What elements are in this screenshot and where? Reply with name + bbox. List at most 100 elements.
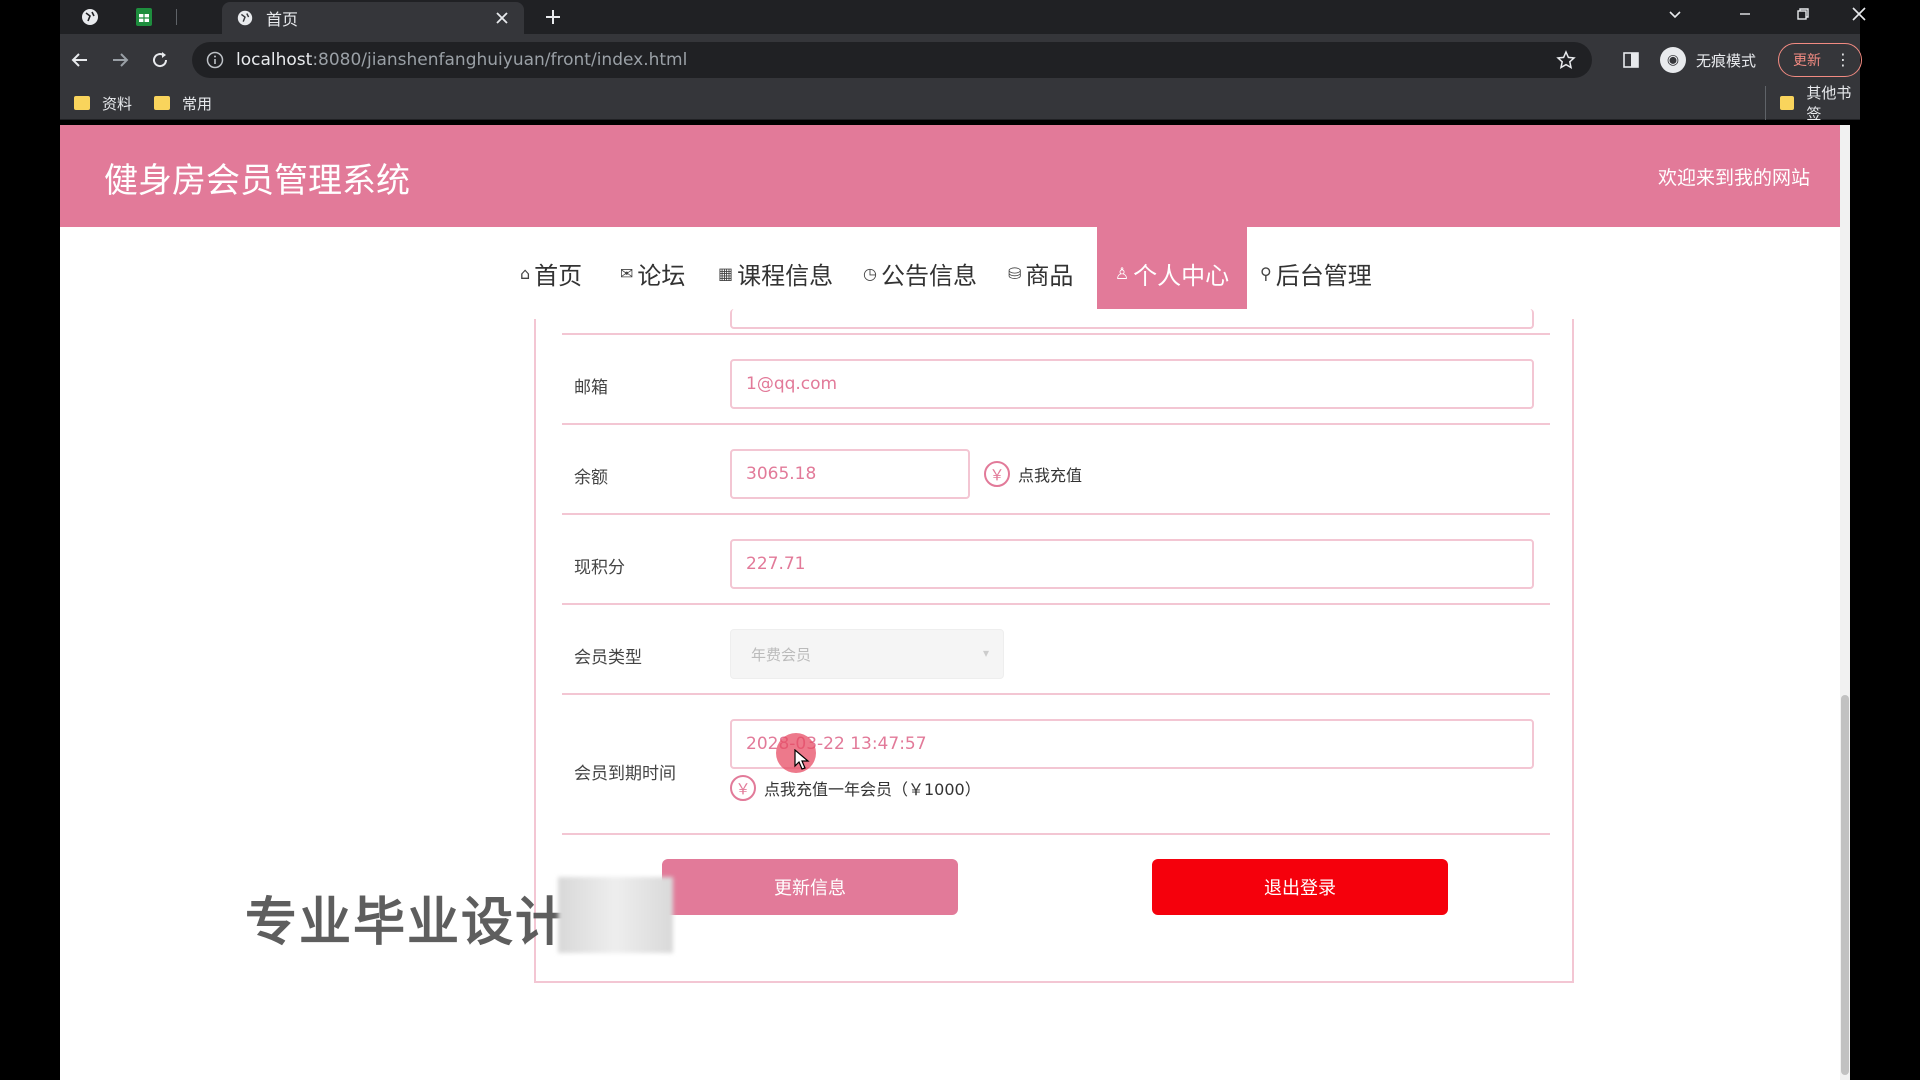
nav-products[interactable]: ⛁ 商品 [1008, 227, 1073, 319]
chevron-down-icon [1669, 11, 1681, 19]
user-icon: ♙ [1114, 263, 1130, 283]
main-nav: ⌂ 首页 ✉ 论坛 ▦ 课程信息 ◷ 公告信息 ⛁ 商品 ♙ 个人中心 ⚲ 后台管理 [60, 227, 1850, 319]
member-type-label: 会员类型 [574, 648, 642, 668]
restore-icon [1797, 8, 1809, 20]
bookmark-folder-2[interactable]: 常用 [154, 86, 212, 120]
minimize-button[interactable] [1722, 0, 1768, 28]
tab-search-button[interactable] [1655, 0, 1695, 28]
pinned-tab-globe[interactable] [70, 0, 110, 34]
row-divider [562, 513, 1550, 515]
close-icon [1852, 7, 1866, 21]
site-header: 健身房会员管理系统 欢迎来到我的网站 [60, 125, 1850, 227]
cursor-icon [794, 749, 810, 770]
folder-icon [1780, 96, 1795, 110]
nav-courses[interactable]: ▦ 课程信息 [718, 227, 833, 319]
url-host: localhost [236, 50, 313, 70]
sheets-icon [136, 8, 152, 26]
nav-announcements[interactable]: ◷ 公告信息 [863, 227, 977, 319]
yen-icon: ￥ [984, 461, 1010, 487]
member-type-select[interactable]: 年费会员 ▾ [730, 629, 1004, 679]
nav-home[interactable]: ⌂ 首页 [520, 227, 582, 319]
nav-label: 商品 [1025, 261, 1074, 290]
recharge-label: 点我充值 [1018, 466, 1083, 485]
shop-icon: ⛁ [1008, 263, 1022, 283]
balance-label: 余额 [574, 468, 608, 488]
close-icon[interactable] [494, 10, 510, 26]
page-scrollbar[interactable] [1840, 125, 1850, 1080]
reload-button[interactable] [144, 44, 176, 76]
recharge-link[interactable]: ￥ 点我充值 [984, 461, 1082, 487]
tab-active[interactable]: 首页 [222, 2, 524, 34]
row-divider [562, 833, 1550, 835]
url-path: :8080/jianshenfanghuiyuan/front/index.ht… [312, 50, 688, 70]
update-button[interactable]: 更新 ⋮ [1778, 43, 1862, 77]
nav-label: 后台管理 [1275, 261, 1372, 290]
row-divider [562, 603, 1550, 605]
nav-label: 首页 [534, 261, 583, 290]
home-icon: ⌂ [520, 263, 531, 283]
mail-icon: ✉ [620, 263, 634, 283]
info-icon[interactable] [206, 51, 224, 69]
row-divider [562, 333, 1550, 335]
points-field[interactable]: 227.71 [730, 539, 1534, 589]
globe-icon [237, 10, 253, 26]
tab-separator [176, 9, 177, 25]
nav-personal-center[interactable]: ♙ 个人中心 [1097, 227, 1247, 319]
screen: 首页 localhost:8080/jianshenfanghuiyuan/f… [0, 0, 1920, 1080]
forward-button[interactable] [104, 44, 136, 76]
chevron-down-icon: ▾ [982, 646, 989, 660]
clock-icon: ◷ [863, 263, 877, 283]
email-field[interactable]: 1@qq.com [730, 359, 1534, 409]
browser-tab-strip: 首页 [60, 0, 1866, 34]
bookmark-label: 常用 [182, 94, 213, 113]
incognito-icon: ◉ [1660, 47, 1686, 73]
expire-field[interactable]: 2028-03-22 13:47:57 [730, 719, 1534, 769]
folder-icon [74, 96, 90, 110]
welcome-text: 欢迎来到我的网站 [1657, 167, 1810, 189]
more-icon[interactable]: ⋮ [1835, 50, 1851, 70]
plus-icon [546, 10, 560, 24]
logout-button[interactable]: 退出登录 [1152, 859, 1448, 915]
arrow-right-icon [113, 53, 129, 67]
star-icon[interactable] [1556, 50, 1576, 70]
new-tab-button[interactable] [538, 0, 568, 34]
close-window-button[interactable] [1836, 0, 1882, 28]
scrollbar-thumb[interactable] [1841, 695, 1849, 1075]
email-label: 邮箱 [574, 378, 608, 398]
incognito-label: 无痕模式 [1696, 51, 1757, 70]
nav-admin[interactable]: ⚲ 后台管理 [1260, 227, 1372, 319]
bookmark-folder-1[interactable]: 资料 [74, 86, 132, 120]
reload-icon [153, 52, 168, 68]
profile-form: 邮箱 1@qq.com 余额 3065.18 ￥ 点我充值 现积分 227.71… [534, 309, 1574, 983]
update-info-button[interactable]: 更新信息 [662, 859, 958, 915]
browser-toolbar: localhost:8080/jianshenfanghuiyuan/front… [60, 34, 1862, 86]
tab-title: 首页 [266, 10, 299, 29]
side-panel-icon [1623, 52, 1639, 68]
nav-label: 课程信息 [737, 261, 834, 290]
previous-field-input[interactable] [730, 309, 1534, 329]
site-title: 健身房会员管理系统 [104, 161, 410, 201]
recharge-year-label: 点我充值一年会员（￥1000） [764, 780, 981, 799]
balance-field[interactable]: 3065.18 [730, 449, 970, 499]
web-page: 健身房会员管理系统 欢迎来到我的网站 ⌂ 首页 ✉ 论坛 ▦ 课程信息 ◷ 公告信息 ⛁… [60, 125, 1850, 1080]
address-bar[interactable]: localhost:8080/jianshenfanghuiyuan/front… [192, 42, 1592, 78]
nav-label: 个人中心 [1133, 261, 1230, 290]
recharge-year-link[interactable]: ￥ 点我充值一年会员（￥1000） [730, 775, 981, 801]
yen-icon: ￥ [730, 775, 756, 801]
bookmarks-bar: 资料 常用 其他书签 [60, 84, 1860, 123]
calendar-icon: ▦ [718, 263, 734, 283]
restore-button[interactable] [1780, 0, 1826, 28]
globe-icon [82, 9, 98, 25]
other-bookmarks-label: 其他书签 [1806, 84, 1852, 123]
bookmark-label: 资料 [102, 94, 133, 113]
incognito-indicator[interactable]: ◉ 无痕模式 [1660, 44, 1756, 76]
update-label: 更新 [1793, 53, 1821, 69]
side-panel-button[interactable] [1622, 44, 1640, 76]
pinned-tab-sheets[interactable] [124, 0, 164, 34]
nav-forum[interactable]: ✉ 论坛 [620, 227, 685, 319]
arrow-left-icon [71, 53, 87, 67]
back-button[interactable] [64, 44, 96, 76]
row-divider [562, 693, 1550, 695]
minimize-icon [1740, 13, 1750, 15]
other-bookmarks[interactable]: 其他书签 [1765, 84, 1860, 123]
